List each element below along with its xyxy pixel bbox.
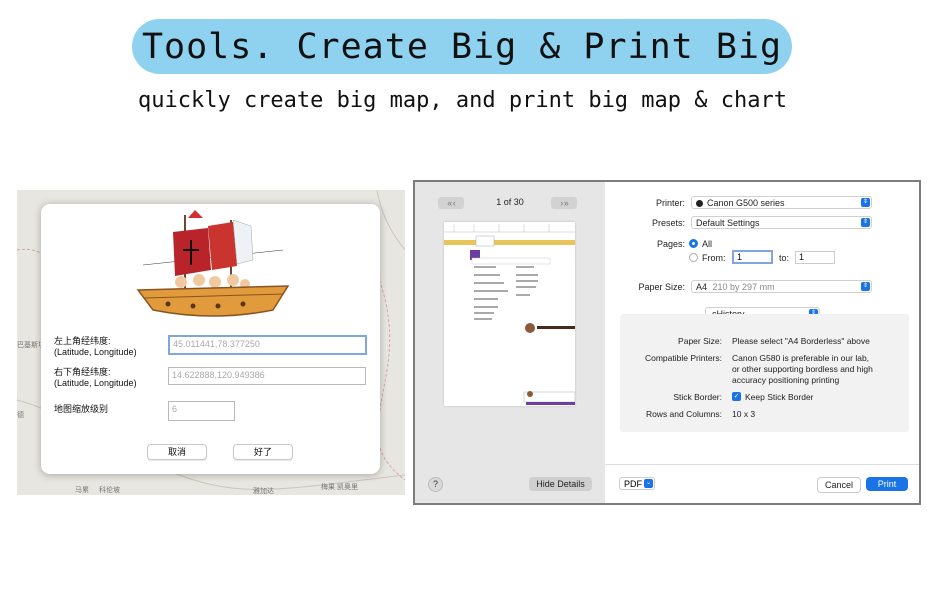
zoom-level-label: 地图缩放级别 [54, 404, 109, 414]
first-prev-page-buttons[interactable]: « ‹ [438, 197, 464, 209]
help-button[interactable]: ? [428, 477, 443, 492]
details-paper-size-value: Please select "A4 Borderless" above [732, 336, 870, 346]
pages-range-radio[interactable] [689, 253, 698, 262]
stick-border-label: Stick Border: [673, 392, 722, 402]
paper-size-select[interactable]: A4 210 by 297 mm ⇕ [691, 280, 872, 293]
pages-all-label: All [702, 239, 713, 249]
cancel-button[interactable]: 取消 [147, 444, 207, 460]
paper-size-label: Paper Size: [638, 282, 685, 292]
pages-to-input[interactable]: 1 [795, 251, 835, 264]
bottom-right-coord-input[interactable]: 14.622888,120.949386 [168, 367, 366, 385]
printer-label: Printer: [655, 198, 685, 208]
details-paper-size-label: Paper Size: [678, 336, 722, 346]
paper-size-dims: 210 by 297 mm [712, 282, 775, 292]
chevron-updown-icon: ⇕ [861, 282, 870, 291]
ship-illustration [136, 210, 290, 317]
print-dialog: « ‹ 1 of 30 › » ? Hide Details Printer: … [413, 180, 921, 505]
page-preview-graphics [444, 224, 575, 405]
zoom-level-input[interactable]: 6 [168, 401, 235, 421]
printer-value: Canon G500 series [707, 198, 785, 208]
print-cancel-button[interactable]: Cancel [817, 477, 861, 493]
map-label: 马累 [75, 487, 89, 494]
presets-select[interactable]: Default Settings ⇕ [691, 216, 872, 229]
bottom-right-coord-label: 右下角经纬度: (Latitude, Longitude) [54, 367, 137, 389]
map-label: 梅果 凯奥里 [321, 484, 358, 491]
stick-border-value: Keep Stick Border [745, 392, 814, 402]
pages-to-label: to: [779, 253, 790, 263]
pages-all-radio[interactable] [689, 239, 698, 248]
rows-columns-value: 10 x 3 [732, 409, 756, 419]
pdf-label: PDF [624, 479, 642, 489]
preview-pane: « ‹ 1 of 30 › » ? Hide Details [415, 182, 605, 503]
presets-label: Presets: [651, 218, 685, 228]
compatible-line: or other supporting bordless and high [732, 364, 873, 374]
bottom-divider [605, 464, 919, 465]
subtitle: quickly create big map, and print big ma… [137, 88, 787, 113]
compatible-line: accuracy positioning printing [732, 375, 840, 385]
coordinate-dialog: 左上角经纬度: (Latitude, Longitude) 45.011441,… [41, 204, 380, 474]
chevron-updown-icon: ⇕ [861, 198, 870, 207]
map-label: 德 [17, 412, 24, 419]
print-button[interactable]: Print [866, 477, 908, 491]
bottom-right-label-sub: (Latitude, Longitude) [54, 378, 137, 388]
title-banner: Tools. Create Big & Print Big [132, 19, 792, 74]
ok-button[interactable]: 好了 [233, 444, 293, 460]
stick-border-checkbox[interactable]: ✓ [732, 392, 741, 401]
next-last-page-buttons[interactable]: › » [551, 197, 577, 209]
pages-label: Pages: [656, 239, 685, 249]
next-page-icon[interactable]: › [560, 198, 563, 208]
compatible-printers-label: Compatible Printers: [644, 353, 722, 363]
last-page-icon[interactable]: » [564, 198, 569, 208]
pages-from-label: From: [702, 253, 726, 263]
top-left-label-text: 左上角经纬度: [54, 336, 111, 346]
page-count: 1 of 30 [496, 197, 524, 207]
top-left-coord-label: 左上角经纬度: (Latitude, Longitude) [54, 336, 137, 358]
pages-from-input[interactable]: 1 [732, 250, 773, 264]
pdf-menu-button[interactable]: PDF ⌄ [619, 477, 655, 490]
printer-icon [696, 200, 703, 207]
prev-page-icon[interactable]: ‹ [453, 198, 456, 208]
map-label: 雅加达 [253, 488, 274, 495]
top-left-coord-input[interactable]: 45.011441,78.377250 [168, 335, 367, 355]
top-left-label-sub: (Latitude, Longitude) [54, 347, 137, 357]
compatible-printers-value: Canon G580 is preferable in our lab, or … [732, 353, 873, 386]
presets-value: Default Settings [696, 218, 760, 228]
map-label: 科伦坡 [99, 487, 120, 494]
app-details-box: Paper Size: Please select "A4 Borderless… [620, 314, 909, 432]
printer-select[interactable]: Canon G500 series ⇕ [691, 196, 872, 209]
hide-details-button[interactable]: Hide Details [529, 477, 592, 491]
first-page-icon[interactable]: « [447, 198, 452, 208]
bottom-right-label-text: 右下角经纬度: [54, 367, 111, 377]
rows-columns-label: Rows and Columns: [645, 409, 722, 419]
chevron-updown-icon: ⇕ [861, 218, 870, 227]
banner-title: Tools. Create Big & Print Big [141, 26, 783, 67]
page-preview-thumbnail [444, 222, 575, 406]
compatible-line: Canon G580 is preferable in our lab, [732, 353, 870, 363]
paper-size-value: A4 [696, 282, 708, 292]
chevron-down-icon: ⌄ [644, 479, 653, 488]
